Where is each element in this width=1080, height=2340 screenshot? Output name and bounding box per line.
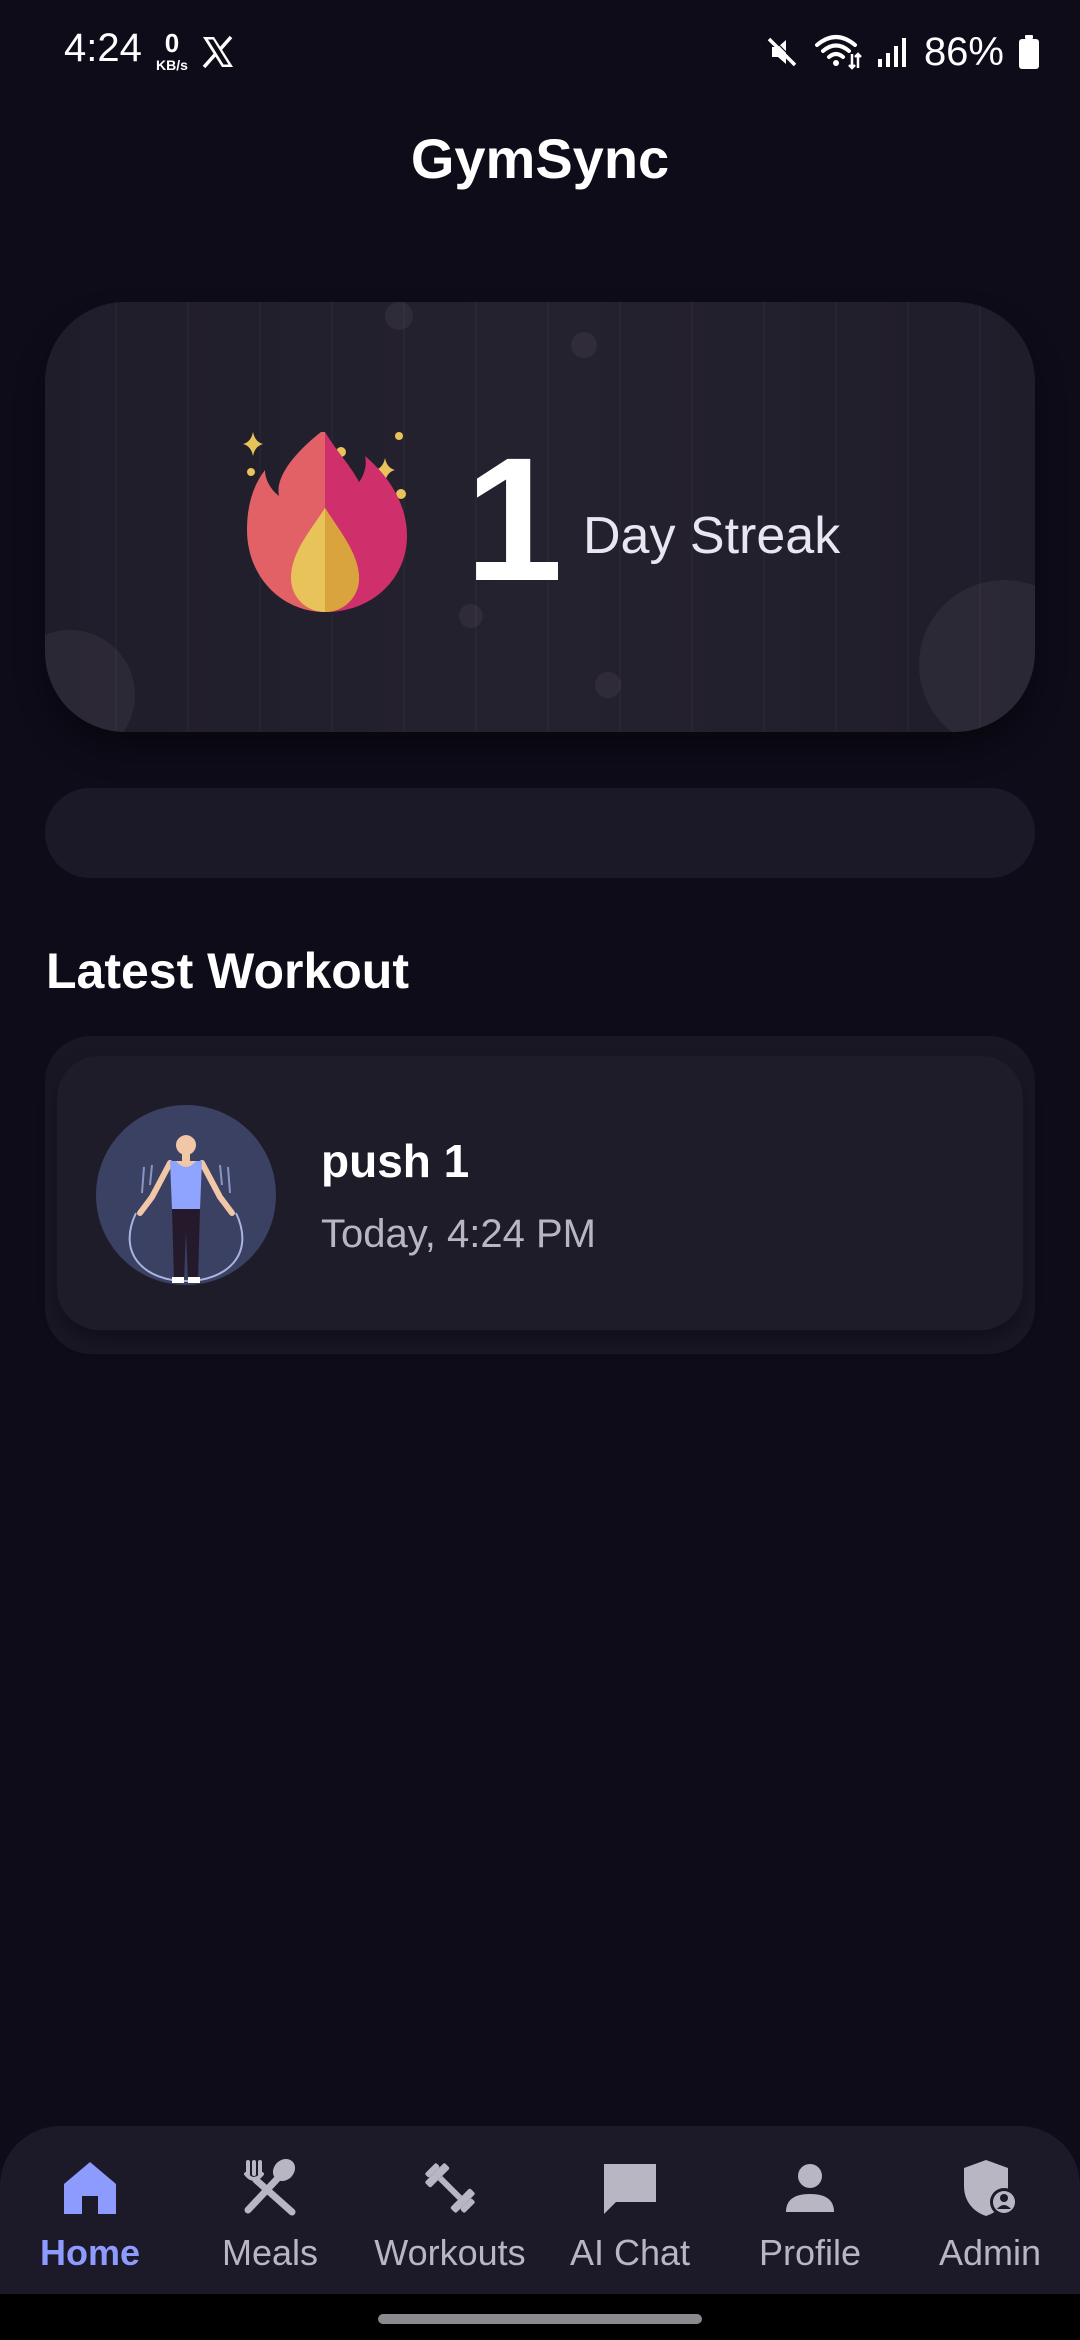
workout-name: push 1 (321, 1135, 470, 1187)
nav-item-admin[interactable]: Admin (900, 2126, 1080, 2294)
status-bar: 4:24 0 KB/s 86% (0, 0, 1080, 104)
info-banner (45, 788, 1035, 878)
nav-label-ai-chat: AI Chat (569, 2232, 691, 2273)
decor-bubble (595, 672, 621, 698)
streak-count: 1 (465, 422, 563, 618)
latest-workout-heading: Latest Workout (46, 943, 409, 999)
person-icon (786, 2164, 834, 2212)
nav-item-profile[interactable]: Profile (720, 2126, 900, 2294)
workout-thumbnail (96, 1105, 276, 1285)
network-speed-unit: KB/s (156, 57, 188, 73)
streak-label: Day Streak (583, 507, 841, 565)
workout-time: Today, 4:24 PM (321, 1212, 596, 1256)
nav-label-meals: Meals (221, 2232, 319, 2273)
nav-item-meals[interactable]: Meals (180, 2126, 360, 2294)
nav-item-ai-chat[interactable]: AI Chat (540, 2126, 720, 2294)
chat-icon (604, 2164, 656, 2214)
x-app-icon (202, 35, 233, 69)
home-icon (64, 2162, 116, 2214)
decor-bubble (571, 332, 597, 358)
network-speed-value: 0 (164, 28, 180, 58)
fire-icon (243, 432, 407, 612)
network-speed: 0 KB/s (150, 30, 194, 72)
battery-icon (1019, 35, 1039, 69)
nav-label-workouts: Workouts (374, 2232, 526, 2273)
status-time: 4:24 (64, 26, 142, 70)
latest-workout-card[interactable]: push 1 Today, 4:24 PM (45, 1036, 1035, 1354)
nav-item-home[interactable]: Home (0, 2126, 180, 2294)
nav-label-home: Home (39, 2232, 141, 2273)
admin-shield-icon (964, 2160, 1018, 2216)
status-right-group: 86% (764, 28, 1040, 76)
app-title: GymSync (410, 127, 670, 190)
utensils-icon (244, 2158, 296, 2216)
wifi-icon (814, 35, 862, 70)
home-indicator[interactable] (378, 2314, 702, 2324)
nav-label-admin: Admin (938, 2232, 1042, 2273)
decor-bubble (385, 302, 413, 330)
signal-icon (877, 38, 906, 67)
streak-card: 1 Day Streak (45, 302, 1035, 732)
battery-level: 86% (923, 29, 1004, 74)
jump-rope-figure-icon (96, 1105, 276, 1285)
nav-label-profile: Profile (758, 2232, 862, 2273)
nav-item-workouts[interactable]: Workouts (360, 2126, 540, 2294)
mute-icon (767, 36, 798, 67)
bottom-nav: Home Meals Workouts AI Chat Profile Admi… (0, 2126, 1080, 2294)
dumbbell-icon (425, 2163, 475, 2213)
